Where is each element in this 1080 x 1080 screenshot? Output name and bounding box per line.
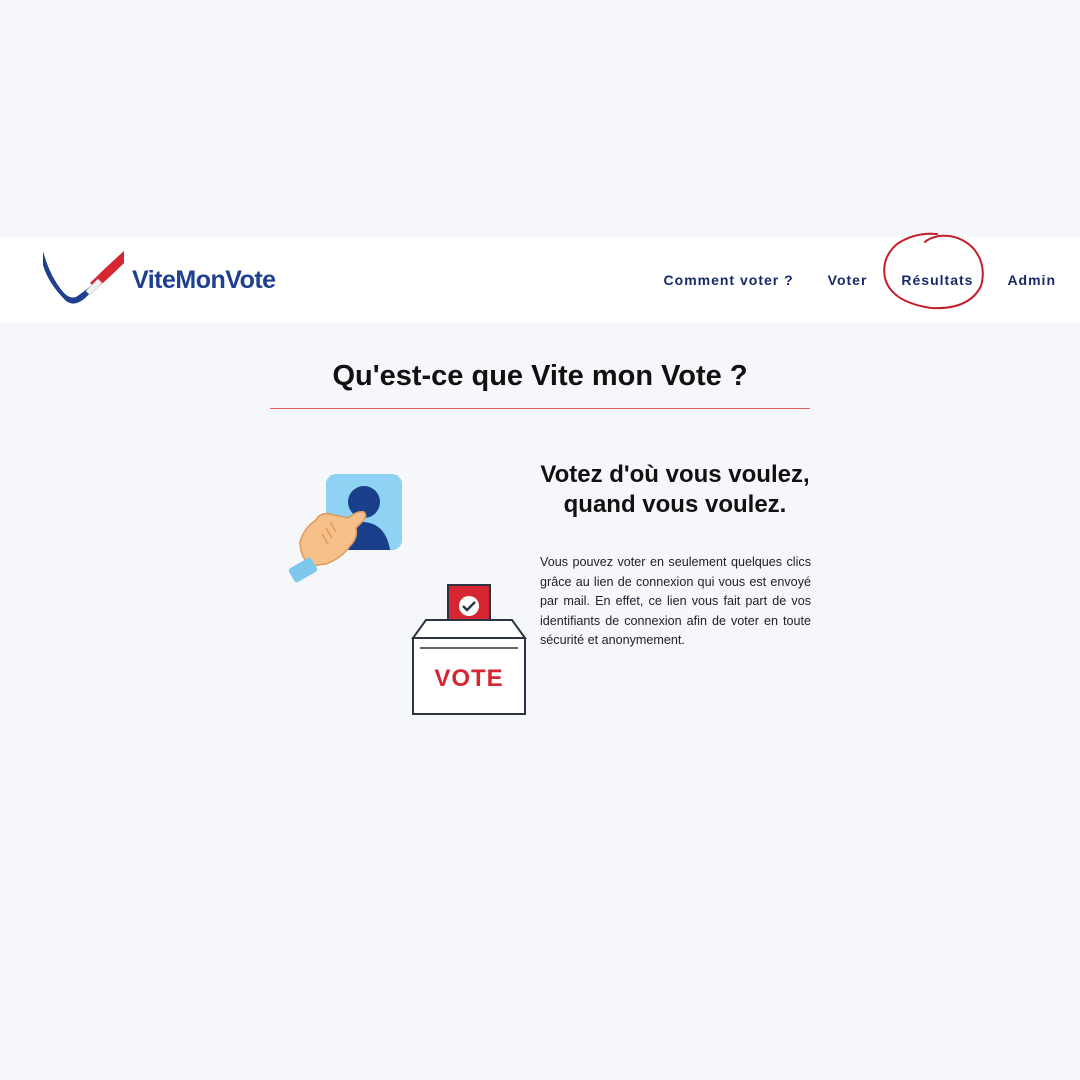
- main-nav: Comment voter ? Voter Résultats Admin: [664, 232, 1056, 323]
- nav-link-voter[interactable]: Voter: [828, 272, 868, 288]
- nav-link-resultats-label: Résultats: [901, 272, 974, 288]
- nav-link-admin[interactable]: Admin: [1007, 272, 1056, 288]
- nav-link-resultats[interactable]: Résultats: [883, 232, 985, 310]
- ballot-box-icon: VOTE: [411, 584, 527, 715]
- logo-text: ViteMonVote: [132, 265, 276, 294]
- page-title: Qu'est-ce que Vite mon Vote ?: [332, 360, 748, 392]
- feature-description: Vous pouvez voter en seulement quelques …: [540, 555, 811, 647]
- ballot-box-label: VOTE: [434, 665, 503, 692]
- logo[interactable]: ViteMonVote: [40, 247, 300, 309]
- vote-illustration: VOTE: [288, 474, 527, 715]
- feature-heading: Votez d'où vous voulez, quand vous voule…: [540, 461, 810, 518]
- nav-link-comment-voter[interactable]: Comment voter ?: [664, 272, 794, 288]
- title-divider: [270, 408, 810, 409]
- logo-checkmark-icon: [43, 251, 124, 304]
- navbar: ViteMonVote Comment voter ? Voter Résult…: [0, 232, 1080, 323]
